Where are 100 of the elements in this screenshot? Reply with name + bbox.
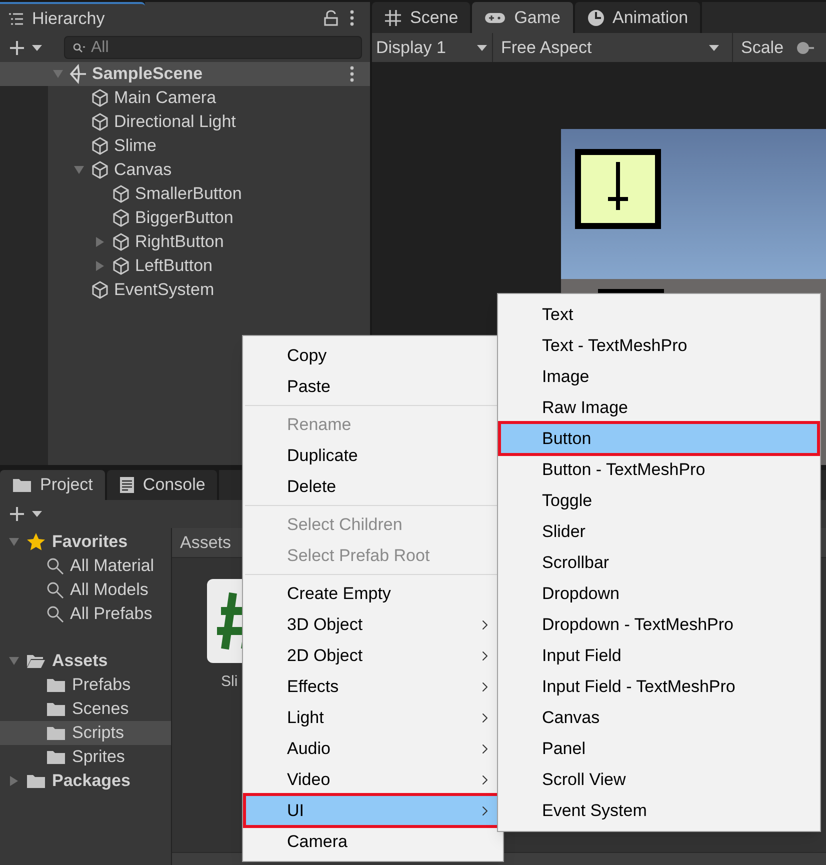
open-folder-icon bbox=[26, 653, 46, 669]
menu-item[interactable]: Button bbox=[500, 423, 818, 454]
search-icon bbox=[46, 557, 64, 575]
menu-item[interactable]: Scrollbar bbox=[500, 547, 818, 578]
expanded-arrow-icon[interactable] bbox=[73, 164, 85, 176]
tree-section[interactable]: Favorites bbox=[52, 529, 128, 555]
aspect-dropdown[interactable]: Free Aspect bbox=[493, 33, 733, 62]
more-options-icon[interactable] bbox=[350, 10, 354, 26]
gamepad-icon bbox=[484, 10, 506, 24]
search-icon bbox=[46, 605, 64, 623]
collapsed-arrow-icon[interactable] bbox=[94, 236, 106, 248]
folder-icon bbox=[46, 749, 66, 765]
folder-icon bbox=[46, 725, 66, 741]
menu-item[interactable]: Input Field - TextMeshPro bbox=[500, 671, 818, 702]
view-tab[interactable]: Animation bbox=[574, 2, 700, 33]
cube-icon bbox=[90, 280, 110, 300]
menu-item[interactable]: Canvas bbox=[500, 702, 818, 733]
menu-item[interactable]: Audio bbox=[245, 733, 501, 764]
hierarchy-item[interactable]: SmallerButton bbox=[135, 182, 242, 206]
search-icon bbox=[72, 42, 86, 54]
cube-icon bbox=[90, 88, 110, 108]
display-dropdown[interactable]: Display 1 bbox=[372, 33, 493, 62]
dropdown-caret-icon bbox=[708, 44, 720, 52]
tree-item[interactable]: Scenes bbox=[72, 696, 129, 722]
hierarchy-tab[interactable]: Hierarchy bbox=[0, 2, 145, 33]
plus-icon[interactable] bbox=[8, 40, 44, 56]
menu-item[interactable]: Toggle bbox=[500, 485, 818, 516]
menu-item[interactable]: Effects bbox=[245, 671, 501, 702]
hierarchy-item[interactable]: BiggerButton bbox=[135, 206, 234, 230]
hierarchy-item[interactable]: RightButton bbox=[135, 230, 224, 254]
grid-icon bbox=[384, 8, 402, 26]
expanded-arrow-icon[interactable] bbox=[8, 655, 20, 667]
menu-item[interactable]: Scroll View bbox=[500, 764, 818, 795]
hierarchy-item[interactable]: EventSystem bbox=[114, 278, 214, 302]
hierarchy-item[interactable]: Directional Light bbox=[114, 110, 236, 134]
menu-item[interactable]: Input Field bbox=[500, 640, 818, 671]
menu-item[interactable]: Image bbox=[500, 361, 818, 392]
menu-item[interactable]: Video bbox=[245, 764, 501, 795]
tree-item[interactable]: Sprites bbox=[72, 744, 125, 770]
cube-icon bbox=[90, 112, 110, 132]
tree-item[interactable]: Prefabs bbox=[72, 672, 131, 698]
menu-item[interactable]: Duplicate bbox=[245, 440, 501, 471]
menu-item[interactable]: Panel bbox=[500, 733, 818, 764]
breadcrumb[interactable]: Assets bbox=[180, 530, 232, 556]
menu-item[interactable]: Raw Image bbox=[500, 392, 818, 423]
menu-item[interactable]: Paste bbox=[245, 371, 501, 402]
folder-icon bbox=[12, 477, 32, 493]
view-tab[interactable]: Scene bbox=[372, 2, 470, 33]
scale-slider-icon[interactable] bbox=[796, 40, 814, 54]
menu-item[interactable]: Dropdown - TextMeshPro bbox=[500, 609, 818, 640]
tree-section[interactable]: Assets bbox=[52, 648, 108, 674]
asset-name[interactable]: Sli bbox=[221, 671, 238, 694]
list-icon bbox=[8, 12, 24, 26]
collapsed-arrow-icon[interactable] bbox=[94, 260, 106, 272]
cube-icon bbox=[111, 208, 131, 228]
folder-icon bbox=[46, 701, 66, 717]
menu-item[interactable]: Slider bbox=[500, 516, 818, 547]
folder-icon bbox=[46, 677, 66, 693]
clock-icon bbox=[586, 8, 604, 26]
menu-item[interactable]: Text - TextMeshPro bbox=[500, 330, 818, 361]
menu-item[interactable]: Camera bbox=[245, 826, 501, 857]
unity-scene-icon bbox=[68, 64, 88, 84]
hierarchy-item[interactable]: Main Camera bbox=[114, 86, 216, 110]
menu-item[interactable]: Light bbox=[245, 702, 501, 733]
panel-tab[interactable]: Project bbox=[0, 470, 105, 500]
lock-icon[interactable] bbox=[324, 10, 338, 26]
search-field[interactable]: All bbox=[64, 36, 362, 59]
menu-item[interactable]: Create Empty bbox=[245, 578, 501, 609]
view-tab[interactable]: Game bbox=[472, 2, 572, 33]
cube-icon bbox=[111, 256, 131, 276]
hierarchy-item[interactable]: Canvas bbox=[114, 158, 172, 182]
menu-item[interactable]: Dropdown bbox=[500, 578, 818, 609]
cube-icon bbox=[90, 136, 110, 156]
menu-item[interactable]: 2D Object bbox=[245, 640, 501, 671]
hierarchy-item[interactable]: LeftButton bbox=[135, 254, 213, 278]
search-icon bbox=[46, 581, 64, 599]
star-icon bbox=[26, 532, 46, 552]
tree-item[interactable]: All Prefabs bbox=[70, 601, 152, 627]
expanded-arrow-icon[interactable] bbox=[8, 536, 20, 548]
dropdown-caret-icon bbox=[476, 44, 488, 52]
folder-icon bbox=[26, 773, 46, 789]
menu-item[interactable]: Delete bbox=[245, 471, 501, 502]
menu-item[interactable]: Text bbox=[500, 299, 818, 330]
scale-label: Scale bbox=[741, 36, 784, 59]
tree-item[interactable]: All Material bbox=[70, 553, 154, 579]
menu-item[interactable]: 3D Object bbox=[245, 609, 501, 640]
panel-tab[interactable]: Console bbox=[106, 470, 218, 500]
cube-icon bbox=[111, 184, 131, 204]
hierarchy-item[interactable]: Slime bbox=[114, 134, 157, 158]
menu-item[interactable]: Event System bbox=[500, 795, 818, 826]
tree-section[interactable]: Packages bbox=[52, 768, 130, 794]
menu-item[interactable]: Copy bbox=[245, 340, 501, 371]
collapsed-arrow-icon[interactable] bbox=[8, 775, 20, 787]
cube-icon bbox=[111, 232, 131, 252]
tree-item[interactable]: All Models bbox=[70, 577, 148, 603]
expanded-arrow-icon[interactable] bbox=[52, 68, 64, 80]
menu-item[interactable]: Button - TextMeshPro bbox=[500, 454, 818, 485]
plus-icon[interactable] bbox=[8, 506, 44, 522]
console-icon bbox=[118, 476, 135, 494]
more-options-icon[interactable] bbox=[350, 66, 354, 82]
